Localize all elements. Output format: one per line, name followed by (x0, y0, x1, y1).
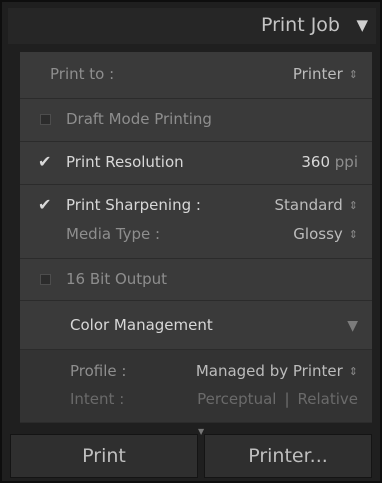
draft-mode-label: Draft Mode Printing (66, 110, 212, 128)
triangle-down-icon[interactable]: ▼ (356, 16, 368, 34)
print-to-label: Print to : (50, 65, 115, 83)
print-resolution-unit: ppi (334, 153, 358, 171)
media-type-value: Glossy (293, 225, 343, 243)
print-job-panel: Print Job ▼ Print to : Printer ⇕ Draft Mo… (0, 0, 382, 483)
panel-title: Print Job (260, 14, 340, 36)
updown-arrows-icon: ⇕ (348, 199, 358, 212)
media-type-label: Media Type : (66, 225, 161, 243)
intent-options: Perceptual | Relative (197, 390, 358, 408)
triangle-down-icon[interactable]: ▼ (347, 318, 358, 334)
print-to-value: Printer (292, 65, 343, 83)
print-sharpening-select[interactable]: Standard ⇕ (275, 196, 358, 214)
profile-select[interactable]: Managed by Printer ⇕ (196, 362, 358, 380)
profile-value: Managed by Printer (195, 362, 343, 380)
updown-arrows-icon: ⇕ (348, 228, 358, 241)
draft-mode-row: Draft Mode Printing (20, 99, 372, 142)
intent-relative-option[interactable]: Relative (298, 390, 359, 408)
bit-output-label: 16 Bit Output (66, 270, 168, 288)
color-management-title: Color Management (70, 316, 213, 334)
draft-mode-checkbox[interactable] (40, 114, 51, 125)
color-management-header[interactable]: Color Management ▼ (20, 301, 372, 350)
intent-label: Intent : (70, 390, 125, 408)
profile-label: Profile : (70, 362, 127, 380)
print-resolution-row: ✔ Print Resolution 360 ppi (20, 142, 372, 185)
separator: | (284, 390, 290, 408)
media-type-select[interactable]: Glossy ⇕ (293, 225, 358, 243)
print-button[interactable]: Print (10, 434, 198, 478)
print-to-row: Print to : Printer ⇕ (20, 52, 372, 99)
bit-output-checkbox[interactable] (40, 274, 51, 285)
panel-header[interactable]: Print Job ▼ (8, 8, 376, 44)
print-resolution-value: 360 (301, 153, 330, 171)
updown-arrows-icon: ⇕ (348, 365, 358, 378)
color-management-body: Profile : Managed by Printer ⇕ Intent : P… (20, 350, 372, 423)
bit-output-row: 16 Bit Output (20, 259, 372, 301)
updown-arrows-icon: ⇕ (348, 68, 358, 81)
print-sharpening-row: ✔ Print Sharpening : Standard ⇕ Media Typ… (20, 185, 372, 259)
checkmark-icon[interactable]: ✔ (38, 152, 51, 171)
print-resolution-field[interactable]: 360 ppi (301, 153, 358, 171)
print-resolution-label: Print Resolution (66, 153, 184, 171)
print-sharpening-value: Standard (274, 196, 343, 214)
printer-button[interactable]: Printer... (204, 434, 372, 478)
checkmark-icon[interactable]: ✔ (38, 195, 51, 214)
print-sharpening-label: Print Sharpening : (66, 196, 201, 214)
intent-perceptual-option[interactable]: Perceptual (197, 390, 276, 408)
print-to-select[interactable]: Printer ⇕ (293, 65, 358, 83)
